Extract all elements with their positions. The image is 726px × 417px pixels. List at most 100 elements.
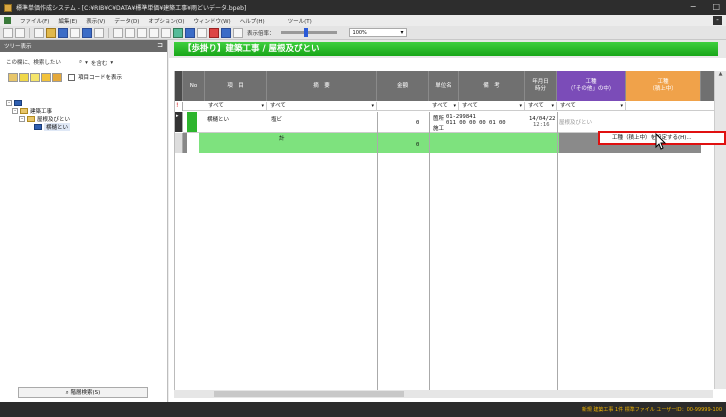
main-sheet: 【歩掛り】建築工事 / 屋根及びとい No 項 目 摘 要 金額 単位名 備 考… bbox=[169, 40, 726, 402]
filter-unit[interactable]: すべて ▾ bbox=[429, 102, 459, 111]
toolbar: 表示倍率： 100% bbox=[0, 26, 726, 40]
chevron-down-icon[interactable]: ▾ bbox=[453, 102, 456, 111]
menu-file[interactable]: ファイル(F) bbox=[20, 17, 49, 25]
redo-icon[interactable] bbox=[161, 27, 171, 38]
color-swatch[interactable] bbox=[52, 72, 62, 82]
horizontal-scroll-thumb[interactable] bbox=[214, 391, 404, 397]
cut-icon[interactable] bbox=[113, 27, 123, 38]
tree-node-architecture[interactable]: - 建築工事 bbox=[6, 107, 167, 115]
cell-amount[interactable]: 0 bbox=[416, 120, 419, 126]
tree-node-root[interactable]: - bbox=[6, 99, 167, 107]
scroll-up-icon[interactable]: ▲ bbox=[715, 71, 726, 77]
cell-unit[interactable]: 箇所 bbox=[433, 114, 444, 122]
col-header-note[interactable]: 備 考 bbox=[459, 71, 525, 101]
sheet-icon bbox=[34, 124, 42, 130]
vertical-scrollbar[interactable]: ▲ bbox=[714, 71, 726, 389]
print-icon[interactable] bbox=[70, 27, 80, 38]
status-bar: 新規 建築工事 1件 標準ファイル ユーザーID：00-99999-100 bbox=[0, 402, 726, 417]
horizontal-scrollbar[interactable] bbox=[174, 390, 713, 398]
table-row[interactable]: ▸ 横樋とい 塩ビ 0 箇所 施工 01-299841 011 00 00 00… bbox=[175, 112, 714, 132]
cell-note-codes[interactable]: 011 00 00 00 01 00 bbox=[446, 120, 506, 126]
filter-type-other[interactable]: すべて ▾ bbox=[557, 102, 626, 111]
col-header-amount[interactable]: 金額 bbox=[377, 71, 429, 101]
color-swatch[interactable] bbox=[8, 72, 18, 82]
col-header-spec[interactable]: 摘 要 bbox=[267, 71, 377, 101]
chevron-down-icon[interactable]: ▾ bbox=[110, 60, 113, 66]
cell-item[interactable]: 横樋とい bbox=[207, 115, 229, 123]
cell-unit-sub[interactable]: 施工 bbox=[433, 124, 444, 132]
mdi-restore-button[interactable]: - bbox=[713, 16, 722, 25]
filter-note[interactable]: すべて ▾ bbox=[459, 102, 525, 111]
cell-type-other[interactable]: 屋根及びとい bbox=[559, 118, 625, 126]
chevron-down-icon[interactable]: ▾ bbox=[371, 102, 374, 111]
chevron-down-icon[interactable]: ▾ bbox=[620, 102, 623, 111]
zoom-slider-thumb[interactable] bbox=[303, 28, 308, 37]
window-title: 標準単価作成システム - [C:¥RIB¥C¥DATA¥標準単価¥建築工事¥雨ど… bbox=[16, 5, 247, 12]
menu-window[interactable]: ウィンドウ(W) bbox=[193, 17, 230, 25]
delete-icon[interactable] bbox=[209, 27, 219, 38]
check-icon[interactable] bbox=[173, 27, 183, 38]
paste-icon[interactable] bbox=[137, 27, 147, 38]
filter-spec[interactable]: すべて ▾ bbox=[267, 102, 377, 111]
menu-view[interactable]: 表示(V) bbox=[86, 17, 105, 25]
back-icon[interactable] bbox=[3, 27, 13, 38]
cell-time[interactable]: 12:16 bbox=[533, 122, 550, 128]
filter-icon[interactable] bbox=[221, 27, 231, 38]
zoom-slider[interactable] bbox=[280, 28, 337, 37]
save-icon[interactable] bbox=[58, 27, 68, 38]
chevron-down-icon[interactable]: ▾ bbox=[519, 102, 522, 111]
collapse-icon[interactable]: - bbox=[12, 108, 18, 114]
maximize-button[interactable]: □ bbox=[712, 2, 720, 11]
zoom-icon[interactable] bbox=[233, 27, 243, 38]
tree-node-gutter[interactable]: 横樋とい bbox=[6, 123, 167, 131]
pin-icon[interactable]: ⊐ bbox=[157, 41, 163, 49]
undo-icon[interactable] bbox=[149, 27, 159, 38]
collapse-icon[interactable]: - bbox=[19, 116, 25, 122]
col-header-type-other[interactable]: 工種 （「その他」の中） bbox=[557, 71, 626, 101]
cell-spec[interactable]: 塩ビ bbox=[271, 115, 282, 123]
new-file-icon[interactable] bbox=[34, 27, 44, 38]
col-header-no[interactable]: No bbox=[183, 71, 205, 101]
color-swatch[interactable] bbox=[30, 72, 40, 82]
row-selector[interactable]: ▸ bbox=[175, 112, 183, 132]
sheet-title-area: 【歩掛り】建築工事 / 屋根及びとい bbox=[169, 40, 726, 58]
minimize-button[interactable]: − bbox=[690, 2, 697, 11]
copy-icon[interactable] bbox=[125, 27, 135, 38]
menu-options[interactable]: オプション(O) bbox=[148, 17, 184, 25]
zoom-select[interactable]: 100% bbox=[348, 28, 407, 37]
tree-search-input[interactable]: この欄に、検索したい bbox=[6, 58, 76, 68]
search-icon[interactable]: ⌕ bbox=[79, 59, 82, 66]
chevron-down-icon[interactable]: ▾ bbox=[261, 102, 264, 111]
data-grid: No 項 目 摘 要 金額 単位名 備 考 年月日 時分 工種 （「その他」の中… bbox=[174, 71, 714, 398]
database-icon bbox=[14, 100, 22, 106]
color-swatch[interactable] bbox=[41, 72, 51, 82]
row-header-corner bbox=[175, 71, 183, 101]
color-swatch[interactable] bbox=[19, 72, 29, 82]
menu-help[interactable]: ヘルプ(H) bbox=[240, 17, 265, 25]
hierarchy-search-button[interactable]: ⌕ 階層検索(S) bbox=[18, 387, 148, 398]
menu-data[interactable]: データ(D) bbox=[114, 17, 139, 25]
folder-filter-icon[interactable]: ▾ bbox=[85, 60, 88, 66]
edit-icon[interactable] bbox=[82, 27, 92, 38]
grid-icon[interactable] bbox=[185, 27, 195, 38]
preview-icon[interactable] bbox=[94, 27, 104, 38]
open-folder-icon[interactable] bbox=[46, 27, 56, 38]
title-bar: 標準単価作成システム - [C:¥RIB¥C¥DATA¥標準単価¥建築工事¥雨ど… bbox=[0, 0, 726, 15]
search-option-select[interactable]: を含む bbox=[91, 59, 108, 67]
col-header-unit[interactable]: 単位名 bbox=[429, 71, 459, 101]
col-header-item[interactable]: 項 目 bbox=[205, 71, 267, 101]
show-code-checkbox[interactable] bbox=[68, 73, 75, 81]
chevron-down-icon[interactable]: ▾ bbox=[551, 102, 554, 111]
search-icon[interactable] bbox=[197, 27, 207, 38]
col-header-type-stacked[interactable]: 工種 （積上中） bbox=[626, 71, 701, 101]
tree-node-roof[interactable]: - 屋根及びとい bbox=[6, 115, 167, 123]
menu-tools[interactable]: ツール(T) bbox=[288, 17, 312, 25]
menu-edit[interactable]: 編集(E) bbox=[58, 17, 77, 25]
filter-item[interactable]: すべて ▾ bbox=[205, 102, 267, 111]
collapse-icon[interactable]: - bbox=[6, 100, 12, 106]
show-code-label: 項目コードを表示 bbox=[78, 75, 123, 81]
filter-date[interactable]: すべて ▾ bbox=[525, 102, 557, 111]
forward-icon[interactable] bbox=[15, 27, 25, 38]
grid-filter-row: ! すべて ▾ すべて ▾ すべて ▾ すべて ▾ すべて ▾ すべて ▾ bbox=[175, 102, 714, 111]
col-header-date[interactable]: 年月日 時分 bbox=[525, 71, 557, 101]
